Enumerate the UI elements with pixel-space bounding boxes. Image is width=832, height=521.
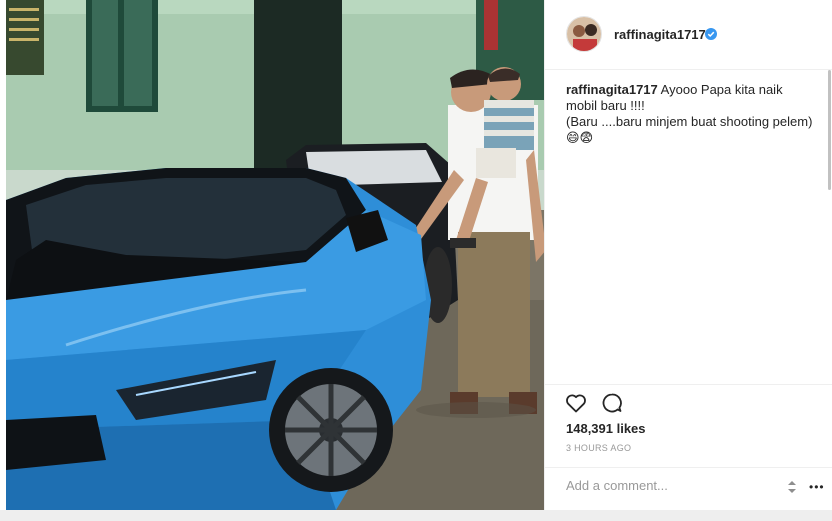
page-bottom-strip [0,510,832,521]
caption-text-line3: (Baru ....baru minjem buat shooting pele… [566,114,813,129]
scrollbar[interactable] [828,70,831,190]
caption-text-line2: mobil baru !!!! [566,98,645,113]
comment-box: ••• [545,467,832,505]
caption-username[interactable]: raffinagita1717 [566,82,658,97]
photo-illustration [6,0,544,510]
post-header: raffinagita1717 [545,0,832,70]
input-stepper-icon[interactable] [786,478,798,496]
post-photo[interactable] [6,0,544,510]
heart-icon[interactable] [564,391,588,415]
verified-badge-icon [705,28,717,40]
comment-input[interactable] [566,478,776,493]
post-username[interactable]: raffinagita1717 [614,27,706,42]
comment-icon[interactable] [600,391,624,415]
avatar-image [567,17,601,51]
caption-emoji: 😄😨 [566,130,594,145]
more-options-icon[interactable]: ••• [809,480,825,494]
post-actions: 148,391 likes 3 HOURS AGO ••• [545,384,832,504]
avatar[interactable] [566,16,602,52]
post-caption: raffinagita1717 Ayooo Papa kita naik mob… [566,82,821,146]
likes-count[interactable]: 148,391 likes [566,421,646,436]
caption-text-line1: Ayooo Papa kita naik [660,82,783,97]
post-side-panel: raffinagita1717 raffinagita1717 Ayooo Pa… [544,0,832,510]
post-timestamp[interactable]: 3 HOURS AGO [566,443,631,453]
